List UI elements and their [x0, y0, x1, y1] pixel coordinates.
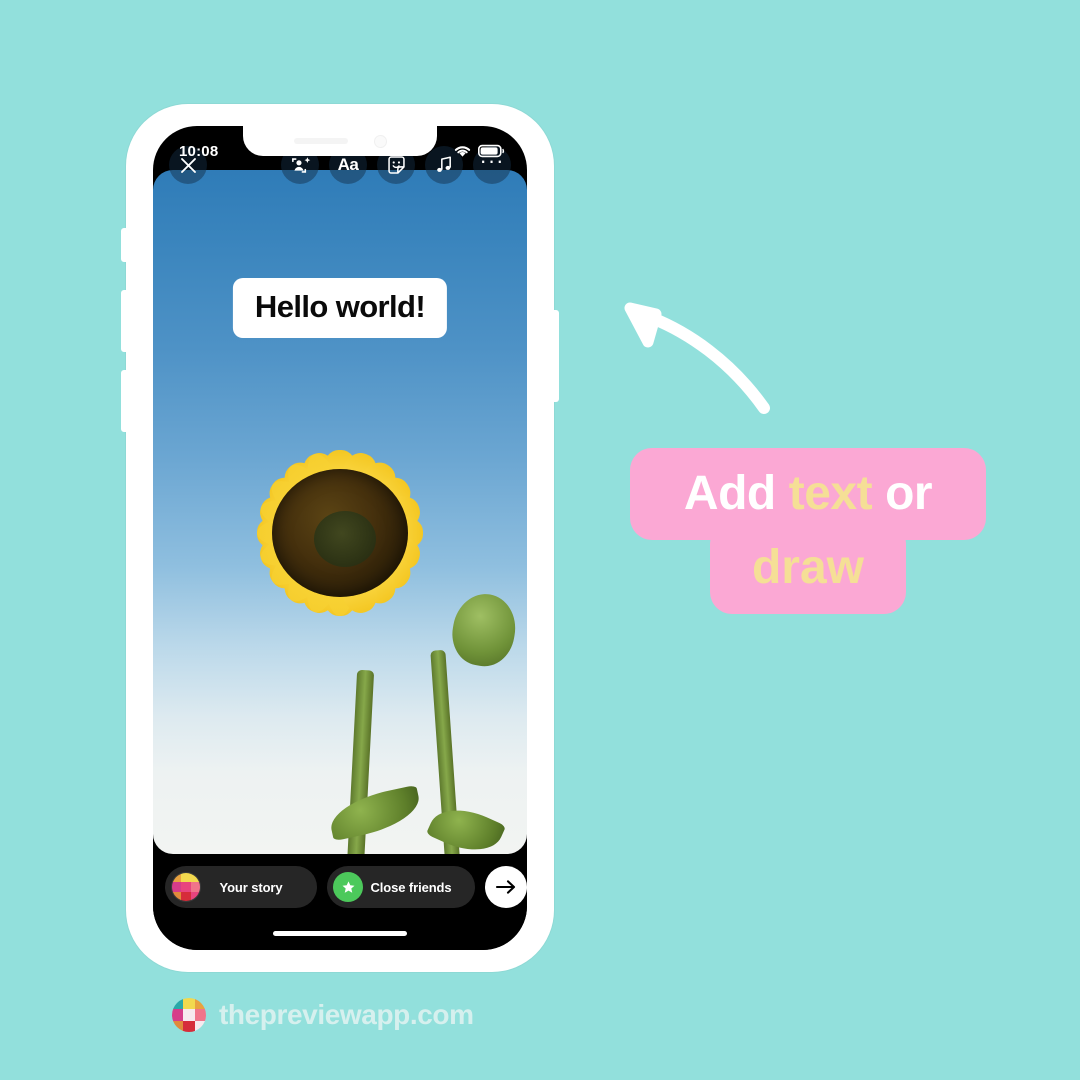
callout-word-text: text [788, 467, 873, 520]
story-photo-canvas[interactable] [153, 170, 527, 854]
phone-power-button[interactable] [551, 310, 559, 402]
preview-grid-avatar [171, 872, 201, 902]
wifi-icon [454, 146, 471, 157]
close-friends-button[interactable]: Close friends [327, 866, 475, 908]
callout-word-or: or [885, 467, 933, 520]
earpiece-speaker [293, 138, 348, 144]
phone-volume-down-button[interactable] [121, 370, 129, 432]
front-camera-icon [373, 134, 387, 148]
callout-word-add: Add [683, 467, 776, 520]
your-story-label: Your story [219, 879, 283, 895]
curved-arrow-icon [624, 302, 770, 414]
sunflower-photo [173, 366, 507, 700]
story-text-sticker[interactable]: Hello world! [232, 278, 448, 338]
home-indicator [273, 931, 407, 936]
your-story-button[interactable]: Your story [165, 866, 317, 908]
watermark: thepreviewapp.com [172, 998, 474, 1032]
status-bar-indicators [453, 138, 505, 158]
battery-icon [478, 144, 505, 158]
phone-volume-up-button[interactable] [121, 290, 129, 352]
callout-word-draw: draw [751, 541, 865, 594]
watermark-text: thepreviewapp.com [219, 999, 474, 1030]
phone-mockup: 10:08 Aa ··· Hello world! Your story Clo… [121, 104, 559, 972]
phone-screen: 10:08 Aa ··· Hello world! Your story Clo… [153, 126, 527, 950]
send-arrow-icon[interactable] [485, 866, 527, 908]
preview-app-logo [172, 998, 206, 1032]
sunflower-disc-center [314, 511, 376, 567]
story-share-bar: Your story Close friends [153, 854, 527, 950]
sunflower-disc [272, 469, 408, 597]
annotation-callout: Add text or draw [630, 448, 986, 614]
phone-mute-switch[interactable] [121, 228, 129, 262]
green-star-icon [333, 872, 363, 902]
close-friends-label: Close friends [370, 879, 452, 895]
phone-notch [243, 126, 437, 156]
callout-line-1: Add text or [630, 448, 986, 540]
status-bar-time: 10:08 [179, 142, 219, 160]
